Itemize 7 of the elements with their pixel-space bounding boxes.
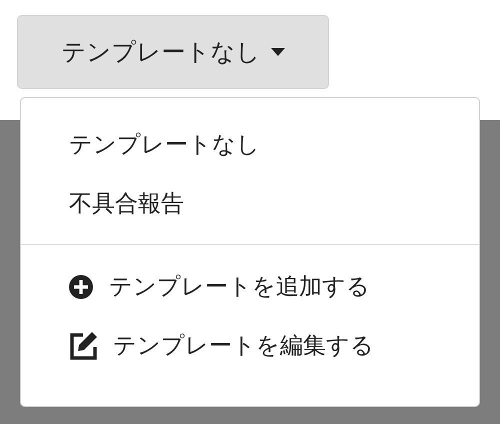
template-dropdown-button[interactable]: テンプレートなし [17, 15, 329, 89]
menu-item[interactable]: テンプレートを編集する [113, 330, 374, 361]
menu-item[interactable]: テンプレートを追加する [109, 271, 370, 302]
menu-item[interactable]: テンプレートなし [21, 115, 479, 174]
menu-item[interactable]: 不具合報告 [21, 174, 479, 233]
caret-icon [270, 48, 284, 56]
plus-circle-icon [67, 272, 95, 300]
